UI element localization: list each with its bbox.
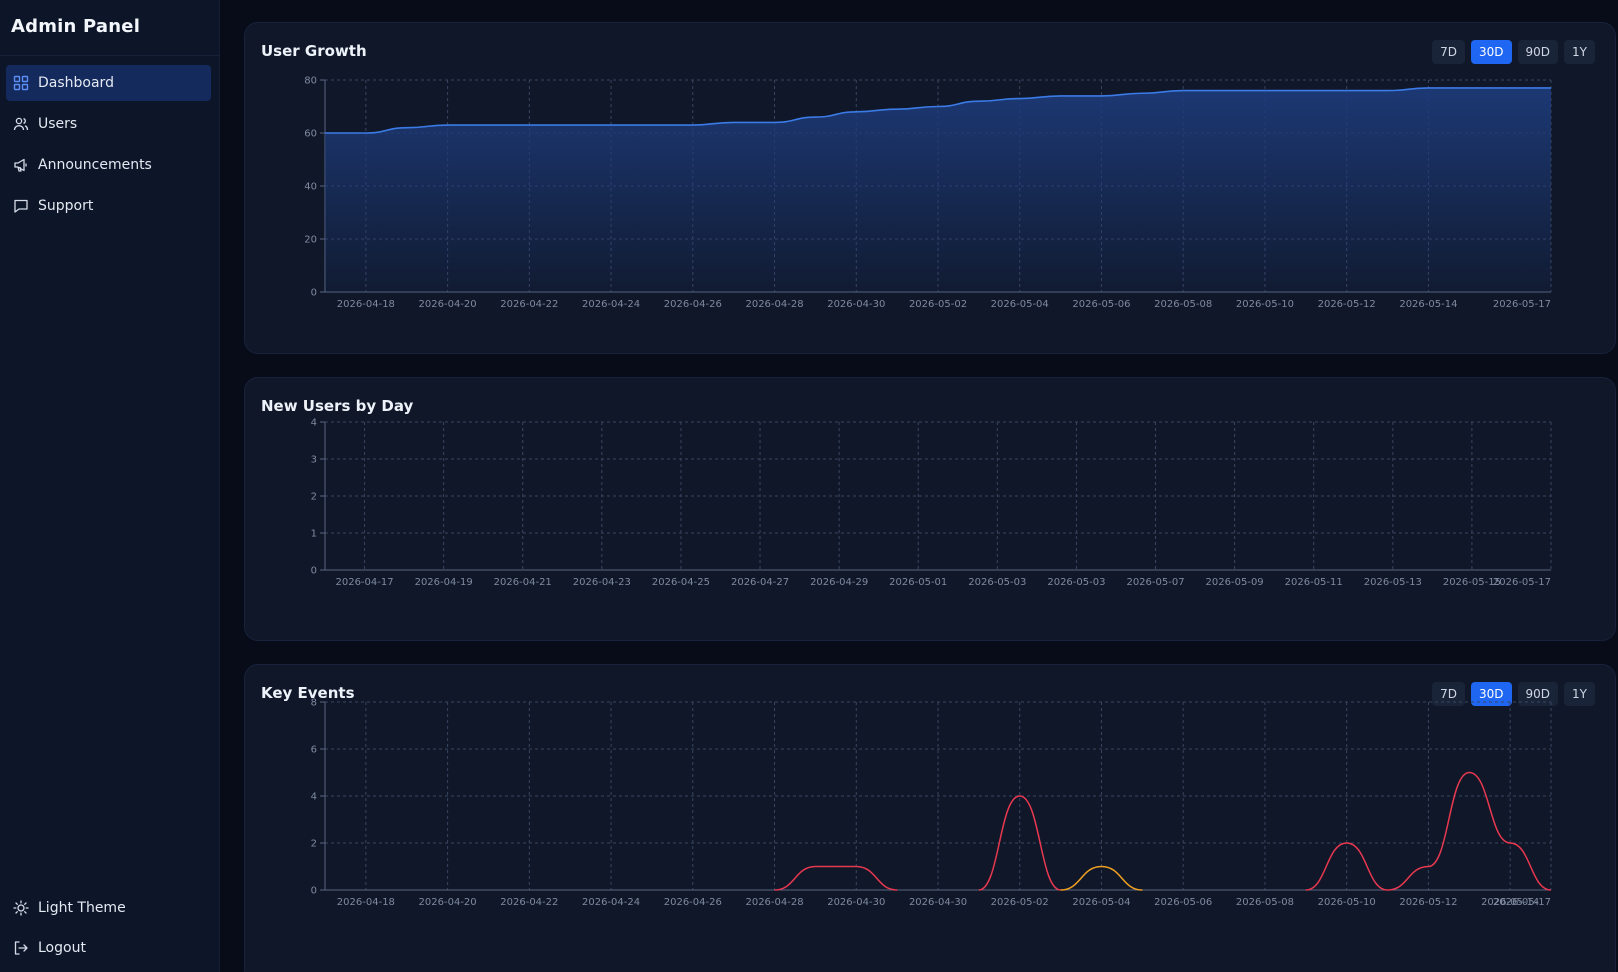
x-tick-label: 2026-05-14 bbox=[1399, 299, 1457, 310]
x-tick-label: 2026-04-30 bbox=[827, 897, 885, 908]
logout-button[interactable]: Logout bbox=[6, 930, 211, 966]
users-icon bbox=[13, 116, 29, 132]
x-tick-label: 2026-04-23 bbox=[573, 577, 631, 588]
x-tick-label: 2026-04-18 bbox=[337, 897, 395, 908]
sidebar-item-users[interactable]: Users bbox=[6, 106, 211, 142]
x-tick-label: 2026-04-27 bbox=[731, 577, 789, 588]
x-tick-label: 2026-05-01 bbox=[889, 577, 947, 588]
x-tick-label: 2026-04-26 bbox=[664, 897, 722, 908]
x-tick-label: 2026-04-26 bbox=[664, 299, 722, 310]
x-tick-label: 2026-05-11 bbox=[1285, 577, 1343, 588]
sidebar-item-announcements[interactable]: Announcements bbox=[6, 147, 211, 183]
grid bbox=[320, 701, 1552, 891]
sidebar-item-label: Dashboard bbox=[38, 75, 114, 91]
y-tick-label: 0 bbox=[311, 288, 317, 299]
logout-label: Logout bbox=[38, 940, 86, 956]
y-tick-label: 0 bbox=[311, 886, 317, 897]
x-tick-label: 2026-05-03 bbox=[968, 577, 1026, 588]
x-tick-label: 2026-04-18 bbox=[337, 299, 395, 310]
user-growth-card: User Growth 7D 30D 90D 1Y 0 20 40 60 80 2026-… bbox=[244, 22, 1616, 354]
x-tick-label: 2026-05-02 bbox=[909, 299, 967, 310]
y-tick-label: 1 bbox=[311, 529, 317, 540]
user-growth-chart: 0 20 40 60 80 2026-04-18 2026-04-20 2026-04-22 2… bbox=[304, 76, 1552, 310]
x-tick-label: 2026-05-08 bbox=[1154, 299, 1212, 310]
y-tick-label: 3 bbox=[311, 455, 317, 466]
sidebar-item-label: Announcements bbox=[38, 157, 152, 173]
sidebar-item-support[interactable]: Support bbox=[6, 188, 211, 224]
x-tick-label: 2026-05-10 bbox=[1236, 299, 1294, 310]
x-tick-label: 2026-05-08 bbox=[1236, 897, 1294, 908]
x-tick-label: 2026-04-28 bbox=[745, 299, 803, 310]
event-series-line bbox=[774, 865, 898, 891]
theme-toggle[interactable]: Light Theme bbox=[6, 890, 211, 926]
x-tick-label: 2026-05-17 bbox=[1493, 299, 1551, 310]
sidebar-item-label: Support bbox=[38, 198, 94, 214]
chat-icon bbox=[13, 198, 29, 214]
y-tick-label: 6 bbox=[311, 745, 317, 756]
sun-icon bbox=[13, 900, 29, 916]
y-tick-label: 0 bbox=[311, 566, 317, 577]
dashboard-icon bbox=[13, 75, 29, 91]
sidebar-divider bbox=[0, 55, 220, 56]
x-tick-label: 2026-04-25 bbox=[652, 577, 710, 588]
x-tick-label: 2026-04-24 bbox=[582, 897, 640, 908]
growth-area bbox=[325, 87, 1551, 292]
y-tick-label: 60 bbox=[304, 129, 317, 140]
x-tick-label: 2026-04-30 bbox=[827, 299, 885, 310]
x-tick-label: 2026-05-13 bbox=[1364, 577, 1422, 588]
x-tick-label: 2026-05-06 bbox=[1072, 299, 1130, 310]
x-tick-label: 2026-05-17 bbox=[1493, 897, 1551, 908]
x-tick-label: 2026-05-09 bbox=[1206, 577, 1264, 588]
x-tick-label: 2026-05-02 bbox=[991, 897, 1049, 908]
x-tick-label: 2026-04-22 bbox=[500, 299, 558, 310]
theme-toggle-label: Light Theme bbox=[38, 900, 126, 916]
y-tick-label: 8 bbox=[311, 698, 317, 709]
key-events-card: Key Events 7D 30D 90D 1Y 0 2 4 6 8 2026-04-18… bbox=[244, 664, 1616, 972]
megaphone-icon bbox=[13, 157, 29, 173]
sidebar-item-dashboard[interactable]: Dashboard bbox=[6, 65, 211, 101]
app-title: Admin Panel bbox=[11, 16, 141, 37]
x-tick-label: 2026-04-20 bbox=[419, 897, 477, 908]
sidebar-item-label: Users bbox=[38, 116, 78, 132]
x-tick-label: 2026-04-20 bbox=[419, 299, 477, 310]
x-tick-label: 2026-05-04 bbox=[991, 299, 1049, 310]
x-tick-label: 2026-04-17 bbox=[335, 577, 393, 588]
x-tick-label: 2026-05-06 bbox=[1154, 897, 1212, 908]
y-tick-label: 2 bbox=[311, 839, 317, 850]
x-tick-label: 2026-05-12 bbox=[1318, 299, 1376, 310]
x-tick-label: 2026-04-29 bbox=[810, 577, 868, 588]
x-tick-label: 2026-04-19 bbox=[415, 577, 473, 588]
main-content: User Growth 7D 30D 90D 1Y 0 20 40 60 80 2026-… bbox=[220, 0, 1618, 972]
logout-icon bbox=[13, 940, 29, 956]
sidebar: Admin Panel Dashboard Users Announcement… bbox=[0, 0, 220, 972]
y-tick-label: 2 bbox=[311, 492, 317, 503]
y-tick-label: 4 bbox=[311, 792, 317, 803]
y-tick-label: 80 bbox=[304, 76, 317, 87]
y-tick-label: 4 bbox=[311, 418, 317, 429]
new-users-card: New Users by Day 0 1 2 3 4 2026-04-17 2026-04-… bbox=[244, 377, 1616, 641]
x-tick-label: 2026-05-12 bbox=[1399, 897, 1457, 908]
x-tick-label: 2026-04-24 bbox=[582, 299, 640, 310]
new-users-chart: 0 1 2 3 4 2026-04-17 2026-04-19 2026-04-21 2026-… bbox=[311, 418, 1552, 588]
key-events-chart: 0 2 4 6 8 2026-04-18 2026-04-20 2026-04-22 2026-… bbox=[311, 698, 1552, 908]
x-tick-label: 2026-05-04 bbox=[1072, 897, 1130, 908]
x-tick-label: 2026-05-03 bbox=[1047, 577, 1105, 588]
y-tick-label: 40 bbox=[304, 182, 317, 193]
x-tick-label: 2026-05-17 bbox=[1493, 577, 1551, 588]
y-tick-label: 20 bbox=[304, 235, 317, 246]
x-tick-label: 2026-04-22 bbox=[500, 897, 558, 908]
x-tick-label: 2026-04-21 bbox=[494, 577, 552, 588]
grid bbox=[320, 421, 1552, 571]
x-tick-label: 2026-04-30 bbox=[909, 897, 967, 908]
x-tick-label: 2026-04-28 bbox=[745, 897, 803, 908]
x-tick-label: 2026-05-07 bbox=[1126, 577, 1184, 588]
x-tick-label: 2026-05-10 bbox=[1318, 897, 1376, 908]
